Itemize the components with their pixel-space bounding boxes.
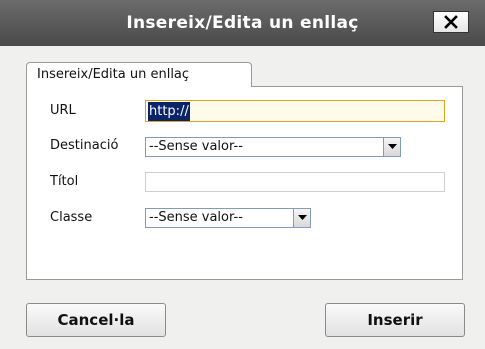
dialog-titlebar[interactable]: Insereix/Edita un enllaç — [0, 0, 485, 46]
close-icon — [444, 15, 458, 29]
url-input[interactable]: http:// — [145, 100, 445, 122]
link-dialog: Insereix/Edita un enllaç Insereix/Edita … — [0, 0, 485, 349]
title-input[interactable] — [145, 172, 445, 192]
url-value: http:// — [148, 102, 190, 121]
insert-button[interactable]: Inserir — [325, 303, 465, 337]
chevron-down-icon[interactable] — [383, 138, 400, 156]
dialog-title: Insereix/Edita un enllaç — [126, 13, 359, 33]
chevron-down-icon[interactable] — [293, 209, 310, 227]
close-button[interactable] — [433, 11, 469, 33]
url-label: URL — [50, 103, 76, 118]
class-select[interactable]: --Sense valor-- — [145, 208, 311, 228]
class-label: Classe — [50, 210, 93, 225]
tab-insert-edit-link[interactable]: Insereix/Edita un enllaç — [26, 62, 252, 87]
target-select[interactable]: --Sense valor-- — [145, 137, 401, 157]
title-label: Títol — [50, 174, 79, 189]
target-label: Destinació — [50, 138, 119, 153]
tab-label: Insereix/Edita un enllaç — [37, 67, 190, 82]
class-selected-value: --Sense valor-- — [149, 210, 243, 225]
target-selected-value: --Sense valor-- — [149, 139, 243, 154]
cancel-button[interactable]: Cancel·la — [26, 303, 166, 337]
